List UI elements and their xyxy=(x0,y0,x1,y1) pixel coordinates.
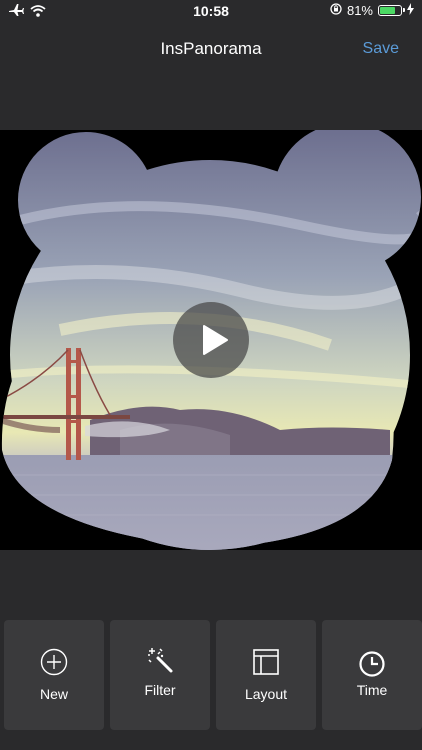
filter-label: Filter xyxy=(144,682,176,698)
orientation-lock-icon xyxy=(330,3,342,18)
layout-icon xyxy=(253,649,279,675)
play-icon xyxy=(203,325,228,355)
status-bar: 10:58 81% xyxy=(0,0,422,24)
magic-wand-icon xyxy=(148,648,173,673)
layout-button[interactable]: Layout xyxy=(216,620,316,730)
bottom-toolbar: New Filter Layout Time xyxy=(0,620,422,730)
battery-fill xyxy=(380,7,395,14)
layout-label: Layout xyxy=(244,686,288,702)
clock-icon xyxy=(359,651,385,677)
page-title: InsPanorama xyxy=(160,39,262,58)
save-button[interactable]: Save xyxy=(363,40,399,58)
plus-circle-icon xyxy=(40,648,68,676)
new-label: New xyxy=(39,686,68,702)
panorama-canvas[interactable] xyxy=(0,130,422,550)
battery-icon xyxy=(378,5,405,16)
time-button[interactable]: Time xyxy=(322,620,422,730)
nav-bar: InsPanorama Save xyxy=(0,24,422,74)
filter-button[interactable]: Filter xyxy=(110,620,210,730)
charging-bolt-icon xyxy=(407,3,414,18)
status-right: 81% xyxy=(330,3,414,18)
time-label: Time xyxy=(356,682,388,698)
play-button[interactable] xyxy=(173,302,249,378)
battery-percent: 81% xyxy=(346,3,373,18)
new-button[interactable]: New xyxy=(4,620,104,730)
